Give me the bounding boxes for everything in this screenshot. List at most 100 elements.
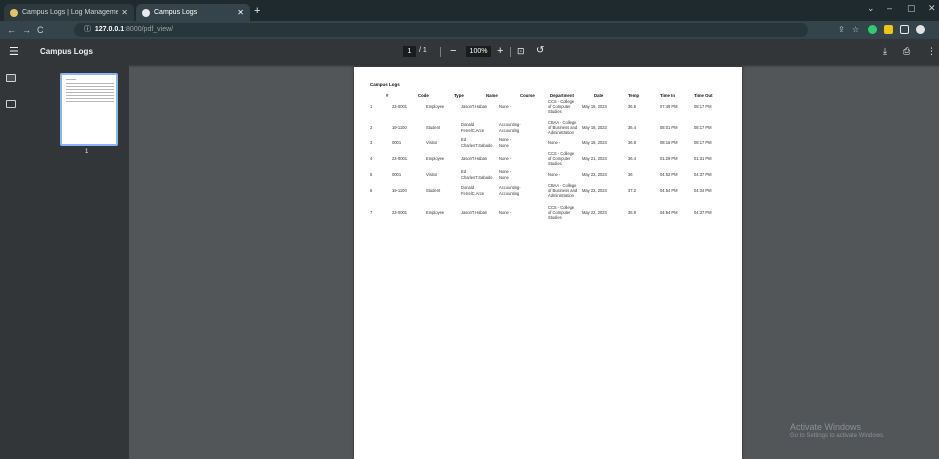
cell-course: Accounting- Accounting xyxy=(499,122,521,133)
tab-search-chevron-icon[interactable]: ⌄ xyxy=(867,3,875,14)
side-panel-icon[interactable] xyxy=(900,25,909,34)
browser-tab-strip: Campus Logs | Log Managemen ✕ Campus Log… xyxy=(0,0,939,21)
cell-temp: 36.4 xyxy=(628,125,636,130)
cell-time-in: 01:29 PM xyxy=(660,156,678,161)
thumbnail-content-line xyxy=(66,83,114,84)
forward-arrow-icon[interactable]: → xyxy=(22,25,31,35)
fit-to-page-icon[interactable]: ⊡ xyxy=(517,44,525,58)
rotate-icon[interactable]: ↺ xyxy=(536,44,544,58)
profile-avatar-icon[interactable] xyxy=(916,25,925,34)
cell-name: Ed CharlesT.Sabado xyxy=(461,169,492,180)
close-window-button[interactable]: ✕ xyxy=(928,3,936,14)
watermark-subtitle: Go to Settings to activate Windows. xyxy=(790,433,885,439)
print-icon[interactable]: ⎙ xyxy=(903,46,910,57)
outline-view-icon[interactable] xyxy=(6,100,16,108)
bookmark-star-icon[interactable]: ☆ xyxy=(852,25,859,35)
cell-line: 08:17 PM xyxy=(694,140,712,145)
cell-line: None - xyxy=(499,156,512,161)
cell-line: Employee xyxy=(426,156,445,161)
cell-department: CCS - College of Computer Studies xyxy=(548,151,574,167)
cell-line: Studies xyxy=(548,215,562,221)
url-input[interactable]: ⓘ 127.0.0.1:8000/pdf_view/ xyxy=(74,23,808,37)
watermark-title: Activate Windows xyxy=(790,422,862,432)
extension-green-icon[interactable] xyxy=(868,25,877,34)
cell-line: Administration xyxy=(548,193,574,199)
back-arrow-icon[interactable]: ← xyxy=(7,25,16,35)
cell-date: May 22, 2023 xyxy=(582,188,607,193)
cell-line: 6 xyxy=(370,188,373,193)
cell-time-out: 04:37 PM xyxy=(694,210,712,215)
column-header-time-in: Time In xyxy=(660,93,675,98)
zoom-out-button[interactable]: − xyxy=(450,44,456,58)
cell-time-out: 04:37 PM xyxy=(694,172,712,177)
cell-time-in: 04:54 PM xyxy=(660,210,678,215)
tab-campus-logs[interactable]: Campus Logs ✕ xyxy=(136,4,250,21)
cell-time-in: 07:49 PM xyxy=(660,104,678,109)
cell-temp: 36.9 xyxy=(628,210,636,215)
cell-type: Employee xyxy=(426,104,444,109)
cell-line: None - xyxy=(499,137,512,143)
cell-type: Student xyxy=(426,125,440,130)
cell-date: May 22, 2023 xyxy=(582,210,607,215)
cell-line: 36.5 xyxy=(628,104,636,109)
thumbnails-view-icon[interactable] xyxy=(6,74,16,82)
cell-time-in: 08:01 PM xyxy=(660,125,678,130)
tab-log-management[interactable]: Campus Logs | Log Managemen ✕ xyxy=(4,4,134,21)
extension-yellow-icon[interactable] xyxy=(884,25,893,34)
cell-line: 0001 xyxy=(392,172,402,177)
cell-line: CharlesT.Sabado xyxy=(461,142,493,148)
cell-num: 4 xyxy=(370,156,372,161)
reload-icon[interactable]: C xyxy=(37,25,44,35)
cell-line: May 18, 2023 xyxy=(582,125,607,130)
cell-line: None xyxy=(499,174,509,180)
cell-type: Student xyxy=(426,188,440,193)
zoom-level-input[interactable]: 100% xyxy=(466,46,491,57)
zoom-in-button[interactable]: + xyxy=(497,44,503,58)
close-tab-icon[interactable]: ✕ xyxy=(237,8,244,17)
cell-line: Student xyxy=(426,188,441,193)
download-icon[interactable]: ⤓ xyxy=(883,46,887,57)
cell-line: 23-0001 xyxy=(392,104,408,109)
cell-department: CCS - College of Computer Studies xyxy=(548,99,574,115)
page-count: / 1 xyxy=(419,47,427,54)
info-icon[interactable]: ⓘ xyxy=(84,26,91,33)
cell-line: Accounting- xyxy=(499,122,521,128)
cell-line: Accounting xyxy=(499,127,520,133)
menu-icon[interactable]: ☰ xyxy=(9,45,19,58)
address-toolbar: ← → C ⓘ 127.0.0.1:8000/pdf_view/ ⇪ ☆ xyxy=(0,21,939,39)
cell-line: 36.4 xyxy=(628,156,636,161)
cell-line: 4 xyxy=(370,156,373,161)
close-tab-icon[interactable]: ✕ xyxy=(121,8,128,17)
tab-label: Campus Logs xyxy=(154,9,198,16)
cell-course: None - xyxy=(499,210,511,215)
cell-date: May 18, 2023 xyxy=(582,104,607,109)
cell-name: Ed CharlesT.Sabado xyxy=(461,137,492,148)
tab-label: Campus Logs | Log Managemen xyxy=(22,9,119,16)
cell-line: 3 xyxy=(370,140,373,145)
cell-line: FerrelC.Arce xyxy=(461,190,485,196)
cell-date: May 21, 2023 xyxy=(582,156,607,161)
campus-logs-favicon-icon xyxy=(10,8,18,17)
page-thumbnail[interactable] xyxy=(60,73,118,146)
thumbnail-content-line xyxy=(66,98,114,99)
cell-line: None - xyxy=(499,210,512,215)
share-icon[interactable]: ⇪ xyxy=(838,25,845,35)
cell-code: 19-1100 xyxy=(392,188,407,193)
maximize-button[interactable]: ▢ xyxy=(907,3,916,14)
toolbar-divider xyxy=(440,47,441,57)
thumbnail-content-line xyxy=(66,101,114,102)
minimize-button[interactable]: – xyxy=(887,3,892,13)
cell-line: Visitor xyxy=(426,140,438,145)
page-number-input[interactable]: 1 xyxy=(403,46,416,57)
cell-line: JasonT.Haban xyxy=(461,210,488,215)
more-options-icon[interactable]: ⋮ xyxy=(927,46,936,57)
new-tab-button[interactable]: + xyxy=(254,4,260,18)
cell-temp: 36 xyxy=(628,172,633,177)
cell-time-in: 08:16 PM xyxy=(660,140,678,145)
toolbar-divider xyxy=(510,47,511,57)
pdf-page: Campus Logs # Code Type Name Course Depa… xyxy=(354,67,742,459)
cell-line: May 18, 2023 xyxy=(582,104,607,109)
cell-date: May 18, 2023 xyxy=(582,125,607,130)
cell-time-out: 08:17 PM xyxy=(694,140,712,145)
thumbnail-page-number: 1 xyxy=(85,149,89,155)
